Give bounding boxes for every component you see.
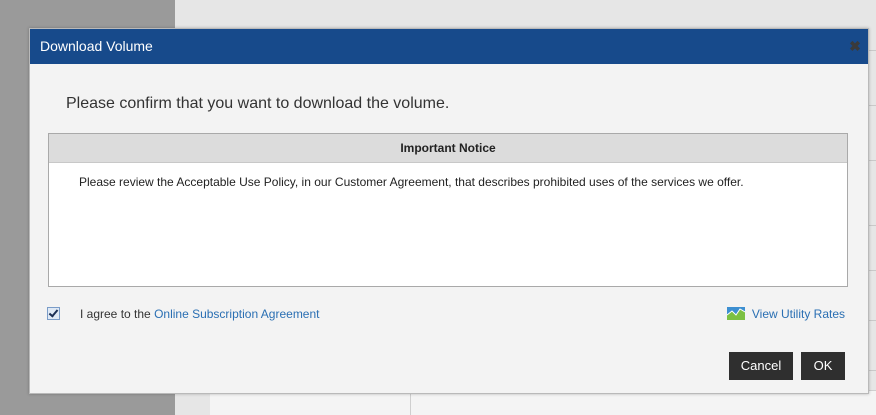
important-notice-box: Important Notice Please review the Accep… [48,133,848,287]
view-utility-rates-link[interactable]: View Utility Rates [726,307,845,321]
dialog-title: Download Volume [40,38,153,54]
subscription-agreement-link[interactable]: Online Subscription Agreement [154,307,319,321]
agree-label: I agree to the Online Subscription Agree… [80,307,320,321]
screenshot-frame: Download Volume ✖ Please confirm that yo… [0,0,876,415]
chart-icon [726,307,745,320]
agree-prefix: I agree to the [80,307,151,321]
download-volume-dialog: Download Volume ✖ Please confirm that yo… [29,28,869,394]
background-table-divider [410,391,411,415]
dialog-titlebar: Download Volume ✖ [30,29,868,64]
notice-header: Important Notice [49,134,847,163]
notice-body: Please review the Acceptable Use Policy,… [79,175,744,189]
ok-button[interactable]: OK [801,352,845,380]
agree-checkbox[interactable] [47,307,60,320]
confirm-prompt: Please confirm that you want to download… [66,95,450,112]
cancel-button[interactable]: Cancel [729,352,793,380]
view-utility-rates-label: View Utility Rates [751,307,845,321]
close-icon[interactable]: ✖ [848,38,862,54]
